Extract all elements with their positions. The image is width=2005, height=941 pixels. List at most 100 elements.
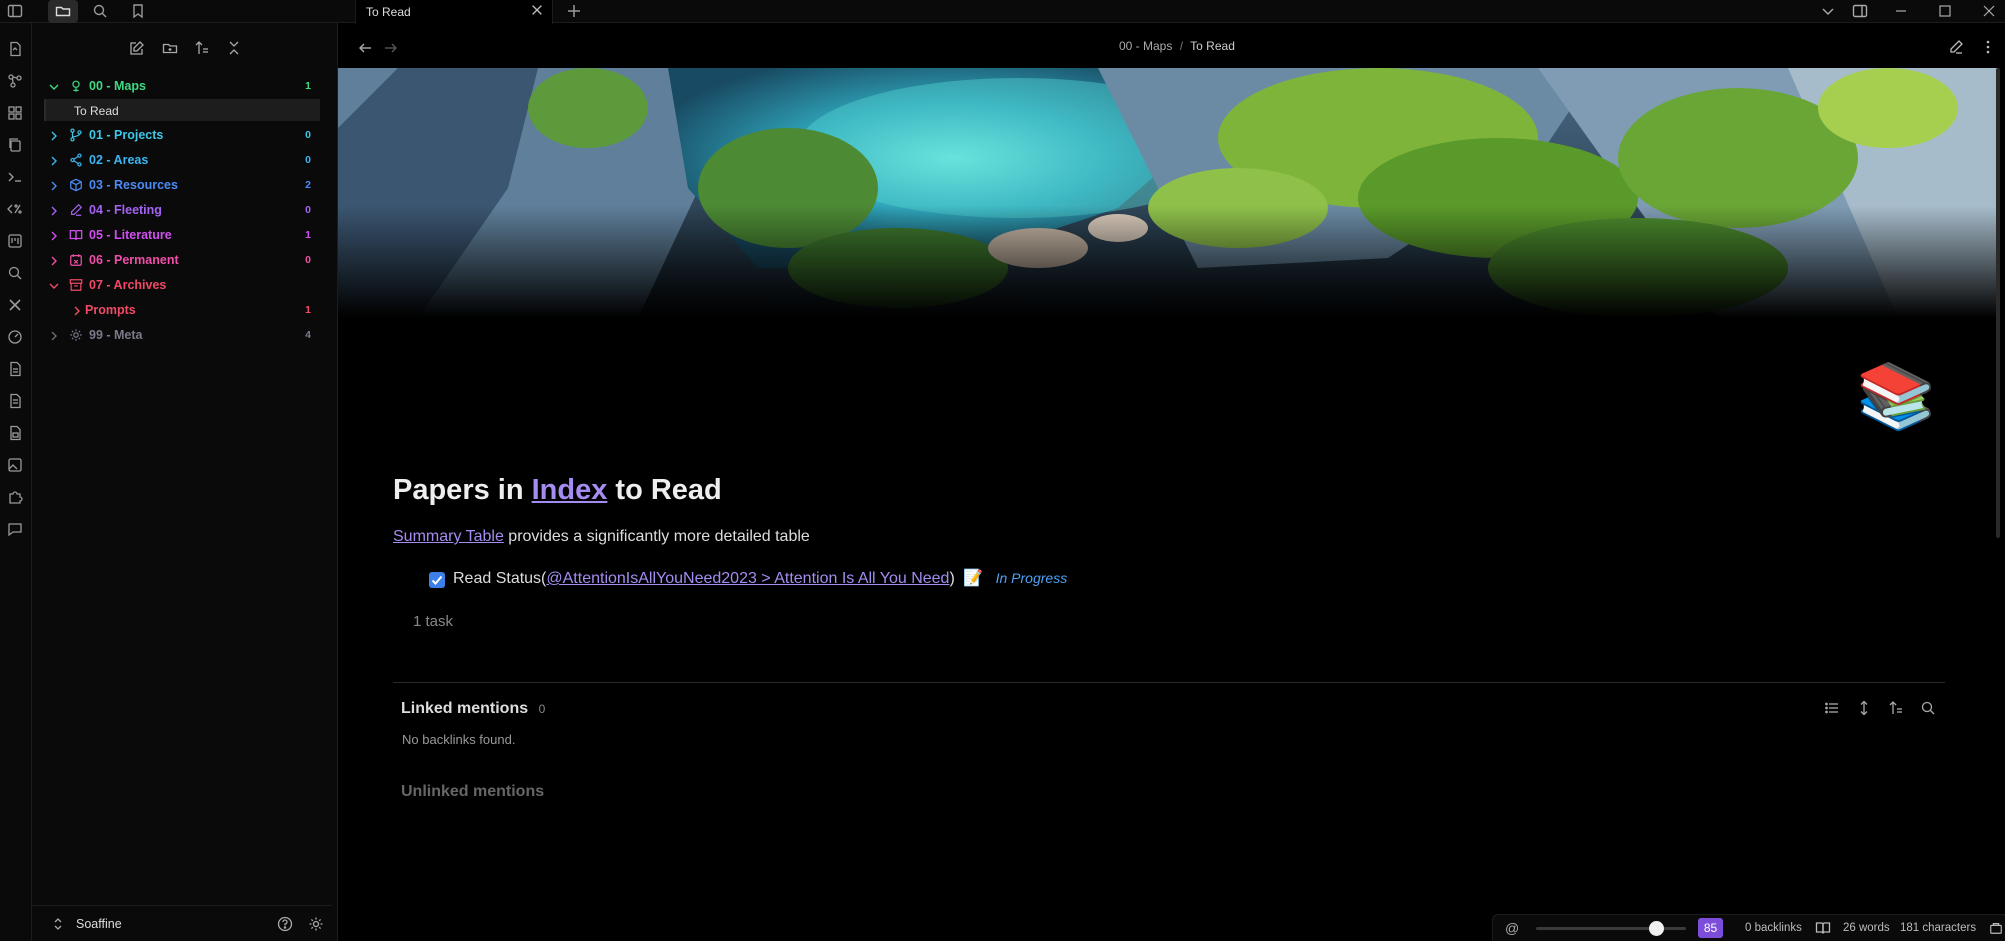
git-branch-icon xyxy=(69,128,83,142)
tools-icon[interactable] xyxy=(7,297,25,315)
chevron-right-icon xyxy=(48,179,60,191)
sync-icon[interactable] xyxy=(1989,921,2003,935)
task-prefix: Read Status( xyxy=(453,570,547,587)
breadcrumb-folder[interactable]: 00 - Maps xyxy=(1119,39,1172,53)
search-icon[interactable] xyxy=(1920,700,1936,716)
file-to-read[interactable]: To Read xyxy=(44,99,320,121)
attention-paper-link[interactable]: @AttentionIsAllYouNeed2023 > Attention I… xyxy=(546,570,949,587)
sort-icon[interactable] xyxy=(1888,700,1904,716)
more-options-icon[interactable] xyxy=(1980,39,1996,55)
sort-icon[interactable] xyxy=(194,40,212,58)
right-sidebar-toggle-icon[interactable] xyxy=(1852,3,1868,19)
image-icon[interactable] xyxy=(7,457,25,475)
note-icon-emoji[interactable]: 📚 xyxy=(1856,360,1936,432)
folder-label: 03 - Resources xyxy=(89,178,178,192)
settings-gear-icon[interactable] xyxy=(308,916,324,932)
folder-06-permanent[interactable]: 06 - Permanent 0 xyxy=(32,249,332,271)
window-close-icon[interactable] xyxy=(1981,3,1997,19)
folder-02-areas[interactable]: 02 - Areas 0 xyxy=(32,149,332,171)
chevron-down-icon[interactable] xyxy=(1820,3,1836,19)
backlinks-count[interactable]: 0 backlinks xyxy=(1745,922,1802,934)
summary-table-link[interactable]: Summary Table xyxy=(393,528,504,545)
tab-title: To Read xyxy=(366,5,411,19)
new-folder-icon[interactable] xyxy=(162,40,180,58)
list-icon[interactable] xyxy=(1824,700,1840,716)
reading-view-icon[interactable] xyxy=(1815,920,1831,936)
pencil-icon xyxy=(69,203,83,217)
folder-label: 01 - Projects xyxy=(89,128,164,142)
folder-count: 0 xyxy=(305,254,311,266)
file-label: To Read xyxy=(74,104,119,118)
chevron-right-icon xyxy=(48,254,60,266)
gauge-icon[interactable] xyxy=(7,329,25,347)
chevron-right-icon xyxy=(48,154,60,166)
bookmark-icon[interactable] xyxy=(130,3,148,21)
folder-01-projects[interactable]: 01 - Projects 0 xyxy=(32,124,332,146)
back-arrow-icon[interactable] xyxy=(357,40,373,56)
at-symbol[interactable]: @ xyxy=(1505,920,1519,936)
tab-to-read[interactable]: To Read xyxy=(355,0,553,24)
character-count: 181 characters xyxy=(1900,922,1977,934)
folder-99-meta[interactable]: 99 - Meta 4 xyxy=(32,324,332,346)
folder-00-maps[interactable]: 00 - Maps 1 xyxy=(32,75,332,97)
chat-icon[interactable] xyxy=(7,521,25,539)
file-swap-icon[interactable] xyxy=(7,41,25,59)
folder-05-literature[interactable]: 05 - Literature 1 xyxy=(32,224,332,246)
no-backlinks-text: No backlinks found. xyxy=(402,732,516,747)
breadcrumb-note[interactable]: To Read xyxy=(1190,39,1235,53)
folder-count: 1 xyxy=(305,304,311,316)
expand-vertical-icon[interactable] xyxy=(1856,700,1872,716)
zoom-slider[interactable] xyxy=(1536,921,1686,936)
puzzle-icon[interactable] xyxy=(7,489,25,507)
calendar-x-icon xyxy=(69,253,83,267)
file-text-icon[interactable] xyxy=(7,361,25,379)
grid-icon[interactable] xyxy=(7,105,25,123)
task-checkbox[interactable] xyxy=(429,572,445,588)
status-badge: In Progress xyxy=(995,570,1068,586)
folder-04-fleeting[interactable]: 04 - Fleeting 0 xyxy=(32,199,332,221)
folder-icon[interactable] xyxy=(48,0,78,23)
graph-icon[interactable] xyxy=(7,73,25,91)
zoom-slider-thumb[interactable] xyxy=(1649,921,1664,936)
code-percent-icon[interactable] xyxy=(7,201,25,219)
map-pin-icon xyxy=(69,79,83,93)
maximize-icon[interactable] xyxy=(1937,3,1953,19)
summary-paragraph: Summary Table provides a significantly m… xyxy=(393,528,810,546)
archive-icon xyxy=(69,278,83,292)
folder-prompts[interactable]: Prompts 1 xyxy=(32,299,332,321)
folder-07-archives[interactable]: 07 - Archives xyxy=(32,274,332,296)
kanban-icon[interactable] xyxy=(7,233,25,251)
index-link[interactable]: Index xyxy=(532,474,608,506)
new-tab-icon[interactable] xyxy=(566,3,584,21)
new-note-icon[interactable] xyxy=(129,40,147,58)
search-icon[interactable] xyxy=(7,265,25,283)
breadcrumb: 00 - Maps / To Read xyxy=(1119,39,1235,53)
chevron-down-icon xyxy=(48,279,60,291)
book-icon xyxy=(69,228,83,242)
page-title: Papers in Index to Read xyxy=(393,474,722,507)
divider xyxy=(393,682,1945,683)
sidebar-toggle-icon[interactable] xyxy=(7,3,25,21)
folder-03-resources[interactable]: 03 - Resources 2 xyxy=(32,174,332,196)
vault-switcher[interactable]: Soaffine xyxy=(32,905,332,941)
help-icon[interactable] xyxy=(277,916,293,932)
unlinked-mentions-header[interactable]: Unlinked mentions xyxy=(401,783,544,801)
score-badge: 85 xyxy=(1698,918,1723,938)
forward-arrow-icon[interactable] xyxy=(383,40,399,56)
collapse-all-icon[interactable] xyxy=(226,40,244,58)
edit-pencil-icon[interactable] xyxy=(1948,39,1964,55)
folder-count: 0 xyxy=(305,129,311,141)
minimize-icon[interactable] xyxy=(1893,3,1909,19)
status-bar: @ 85 0 backlinks 26 words 181 characters xyxy=(1492,914,2005,941)
close-icon[interactable] xyxy=(530,3,546,19)
terminal-icon[interactable] xyxy=(7,169,25,187)
folder-label: 04 - Fleeting xyxy=(89,203,162,217)
folder-count: 0 xyxy=(305,154,311,166)
search-icon[interactable] xyxy=(92,3,110,21)
linked-mentions-header[interactable]: Linked mentions 0 xyxy=(401,700,545,718)
folder-label: 02 - Areas xyxy=(89,153,149,167)
scrollbar[interactable] xyxy=(1996,68,2000,538)
copy-icon[interactable] xyxy=(7,137,25,155)
file-lock-icon[interactable] xyxy=(7,425,25,443)
file-lines-icon[interactable] xyxy=(7,393,25,411)
